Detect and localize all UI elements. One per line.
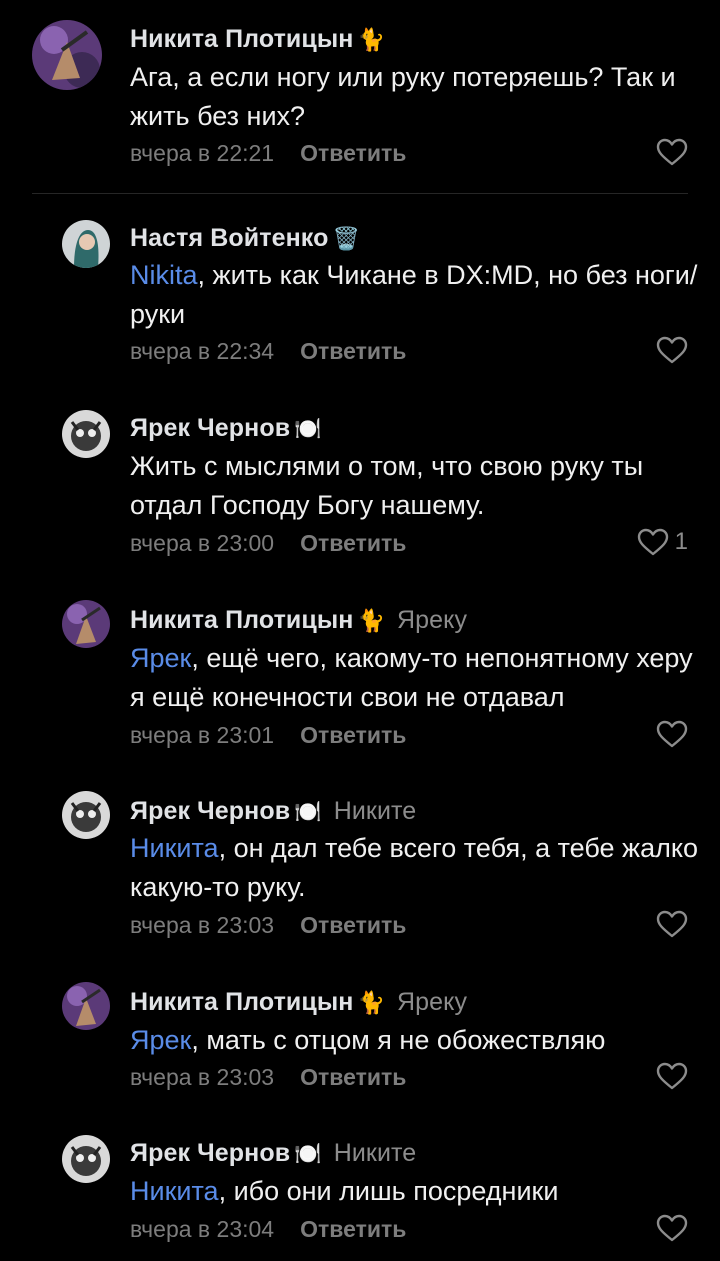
avatar-nikita[interactable]: [62, 982, 110, 1030]
like-button[interactable]: [656, 138, 688, 166]
reply-button[interactable]: Ответить: [300, 722, 406, 748]
comment-text: Никита, ибо они лишь посредники: [130, 1172, 700, 1211]
comment-text: Nikita, жить как Чикане в DX:MD, но без …: [130, 256, 700, 334]
mention-link[interactable]: Никита: [130, 1176, 219, 1206]
reply-button[interactable]: Ответить: [300, 338, 406, 364]
plate-emoji-icon: 🍽️: [294, 799, 322, 824]
avatar-nikita[interactable]: [62, 600, 110, 648]
avatar-nastya[interactable]: [62, 220, 110, 268]
comment-time: вчера в 23:04: [130, 1216, 275, 1242]
author-name[interactable]: Никита Плотицын: [130, 988, 354, 1016]
reply-to-label[interactable]: Яреку: [397, 988, 467, 1016]
comment-text: Ярек, мать с отцом я не обожествляю: [130, 1021, 700, 1060]
comment-meta: вчера в 23:03 Ответить: [130, 1064, 406, 1091]
comment-item: Ярек Чернов 🍽️ Никите Никита, он дал тебе …: [0, 783, 720, 953]
plate-emoji-icon: 🍽️: [294, 1141, 322, 1166]
author-name[interactable]: Никита Плотицын: [130, 25, 354, 53]
comment-time: вчера в 23:00: [130, 530, 275, 556]
comment-author[interactable]: Ярек Чернов 🍽️: [130, 414, 322, 443]
like-button[interactable]: 1: [637, 528, 688, 556]
comment-author[interactable]: Ярек Чернов 🍽️ Никите: [130, 797, 416, 826]
comment-author[interactable]: Никита Плотицын 🐈: [130, 25, 385, 54]
avatar-yarek[interactable]: [62, 791, 110, 839]
comment-meta: вчера в 22:34 Ответить: [130, 338, 406, 365]
comment-text: Ага, а если ногу или руку потеряешь? Так…: [130, 58, 700, 136]
like-button[interactable]: [656, 1214, 688, 1242]
comment-body: Жить с мыслями о том, что свою руку ты о…: [130, 451, 644, 520]
comment-item: Настя Войтенко 🗑️ Nikita, жить как Чикане…: [0, 210, 720, 380]
comment-time: вчера в 23:03: [130, 912, 275, 938]
like-button[interactable]: [656, 1062, 688, 1090]
plate-emoji-icon: 🍽️: [294, 416, 322, 441]
mention-link[interactable]: Nikita: [130, 260, 198, 290]
reply-button[interactable]: Ответить: [300, 1064, 406, 1090]
comment-item: Никита Плотицын 🐈 Яреку Ярек, ещё чего, ка…: [0, 592, 720, 762]
avatar-yarek[interactable]: [62, 1135, 110, 1183]
comment-body: , ибо они лишь посредники: [218, 1176, 559, 1206]
comment-body: , жить как Чикане в DX:MD, но без ноги/р…: [130, 260, 698, 329]
comment-author[interactable]: Настя Войтенко 🗑️: [130, 224, 360, 253]
comment-author[interactable]: Никита Плотицын 🐈 Яреку: [130, 606, 467, 635]
avatar-yarek[interactable]: [62, 410, 110, 458]
author-name[interactable]: Ярек Чернов: [130, 414, 290, 442]
comment-meta: вчера в 23:04 Ответить: [130, 1216, 406, 1243]
cat-emoji-icon: 🐈: [357, 608, 385, 633]
comment-meta: вчера в 23:03 Ответить: [130, 912, 406, 939]
comment-time: вчера в 23:03: [130, 1064, 275, 1090]
reply-button[interactable]: Ответить: [300, 530, 406, 556]
heart-outline-icon: [656, 336, 688, 364]
comment-time: вчера в 23:01: [130, 722, 275, 748]
comment-author[interactable]: Никита Плотицын 🐈 Яреку: [130, 988, 467, 1017]
author-name[interactable]: Настя Войтенко: [130, 224, 328, 252]
cat-emoji-icon: 🐈: [357, 990, 385, 1015]
comment-time: вчера в 22:34: [130, 338, 275, 364]
heart-outline-icon: [637, 528, 668, 556]
comment-body: , мать с отцом я не обожествляю: [191, 1025, 606, 1055]
comment-author[interactable]: Ярек Чернов 🍽️ Никите: [130, 1139, 416, 1168]
cat-emoji-icon: 🐈: [357, 27, 385, 52]
comment-item: Ярек Чернов 🍽️ Жить с мыслями о том, что …: [0, 400, 720, 570]
heart-outline-icon: [656, 1214, 688, 1242]
like-button[interactable]: [656, 336, 688, 364]
like-button[interactable]: [656, 910, 688, 938]
like-count: 1: [674, 528, 688, 555]
comment-item: Ярек Чернов 🍽️ Никите Никита, ибо они лишь…: [0, 1127, 720, 1261]
reply-button[interactable]: Ответить: [300, 1216, 406, 1242]
heart-outline-icon: [656, 138, 688, 166]
heart-outline-icon: [656, 910, 688, 938]
heart-outline-icon: [656, 1062, 688, 1090]
comment-text: Жить с мыслями о том, что свою руку ты о…: [130, 447, 700, 525]
mention-link[interactable]: Никита: [130, 833, 219, 863]
comment-meta: вчера в 23:00 Ответить: [130, 530, 406, 557]
comment-meta: вчера в 23:01 Ответить: [130, 722, 406, 749]
comment-item: Никита Плотицын 🐈 Ага, а если ногу или ру…: [0, 0, 720, 190]
reply-to-label[interactable]: Яреку: [397, 606, 467, 634]
like-button[interactable]: [656, 720, 688, 748]
comment-time: вчера в 22:21: [130, 140, 275, 166]
comment-text: Никита, он дал тебе всего тебя, а тебе ж…: [130, 829, 700, 907]
author-name[interactable]: Ярек Чернов: [130, 797, 290, 825]
comment-meta: вчера в 22:21 Ответить: [130, 140, 406, 167]
reply-to-label[interactable]: Никите: [334, 1139, 417, 1167]
divider: [32, 193, 688, 194]
mention-link[interactable]: Ярек: [130, 643, 191, 673]
author-name[interactable]: Никита Плотицын: [130, 606, 354, 634]
comment-body: , ещё чего, какому-то непонятному херу я…: [130, 643, 693, 712]
author-name[interactable]: Ярек Чернов: [130, 1139, 290, 1167]
mention-link[interactable]: Ярек: [130, 1025, 191, 1055]
reply-to-label[interactable]: Никите: [334, 797, 417, 825]
trash-emoji-icon: 🗑️: [332, 226, 360, 251]
comment-body: Ага, а если ногу или руку потеряешь? Так…: [130, 62, 676, 131]
comment-text: Ярек, ещё чего, какому-то непонятному хе…: [130, 639, 700, 717]
reply-button[interactable]: Ответить: [300, 140, 406, 166]
reply-button[interactable]: Ответить: [300, 912, 406, 938]
comment-item: Никита Плотицын 🐈 Яреку Ярек, мать с отцом…: [0, 974, 720, 1109]
heart-outline-icon: [656, 720, 688, 748]
avatar-nikita[interactable]: [32, 20, 102, 90]
